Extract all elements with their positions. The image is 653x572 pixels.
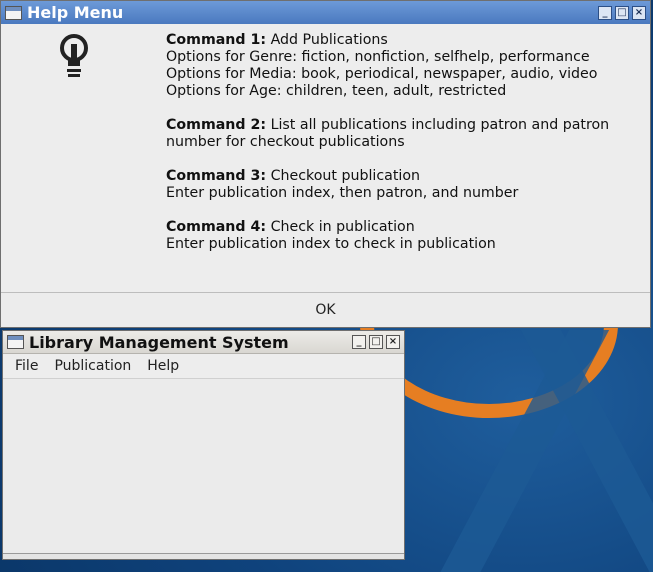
command-1-line: Command 1: Add Publications — [166, 32, 609, 49]
maximize-button[interactable]: □ — [615, 5, 629, 20]
help-menu-window: Help Menu _ □ × Command 1: Add Publicati… — [0, 0, 651, 328]
maximize-button[interactable]: □ — [369, 335, 383, 349]
close-button[interactable]: × — [632, 5, 646, 20]
library-titlebar[interactable]: Library Management System _ □ × — [3, 331, 404, 354]
menu-help[interactable]: Help — [139, 358, 187, 374]
window-icon — [7, 335, 24, 349]
command-detail: Enter publication index, then patron, an… — [166, 185, 519, 201]
command-text: Add Publications — [270, 32, 388, 48]
library-window-title: Library Management System — [29, 332, 289, 352]
command-text: List all publications including patron a… — [270, 117, 610, 133]
command-text: Checkout publication — [270, 168, 421, 184]
command-detail: Options for Age: children, teen, adult, … — [166, 83, 507, 99]
command-heading: Command 4: — [166, 219, 267, 235]
command-detail: Options for Media: book, periodical, new… — [166, 66, 598, 82]
command-detail: Enter publication index to check in publ… — [166, 236, 496, 252]
command-4-line: Command 4: Check in publication — [166, 219, 609, 236]
menu-file[interactable]: File — [7, 358, 46, 374]
window-icon — [5, 5, 22, 20]
close-button[interactable]: × — [386, 335, 400, 349]
minimize-button[interactable]: _ — [598, 5, 612, 20]
ok-button[interactable]: OK — [1, 292, 650, 327]
command-detail: Options for Genre: fiction, nonfiction, … — [166, 49, 590, 65]
library-window: Library Management System _ □ × File Pub… — [2, 330, 405, 560]
command-heading: Command 2: — [166, 117, 267, 133]
menu-bar: File Publication Help — [3, 354, 404, 379]
command-heading: Command 3: — [166, 168, 267, 184]
lightbulb-icon — [60, 34, 88, 77]
help-window-title: Help Menu — [27, 3, 124, 22]
command-heading: Command 1: — [166, 32, 267, 48]
command-text: Check in publication — [270, 219, 415, 235]
help-text-block: Command 1: Add Publications Options for … — [166, 32, 609, 253]
command-3-line: Command 3: Checkout publication — [166, 168, 609, 185]
menu-publication[interactable]: Publication — [46, 358, 139, 374]
command-detail: number for checkout publications — [166, 134, 405, 150]
help-content: Command 1: Add Publications Options for … — [1, 24, 650, 294]
minimize-button[interactable]: _ — [352, 335, 366, 349]
status-bar — [3, 553, 404, 559]
command-2-line: Command 2: List all publications includi… — [166, 117, 609, 134]
library-content-area — [3, 379, 404, 559]
help-titlebar[interactable]: Help Menu _ □ × — [1, 1, 650, 24]
